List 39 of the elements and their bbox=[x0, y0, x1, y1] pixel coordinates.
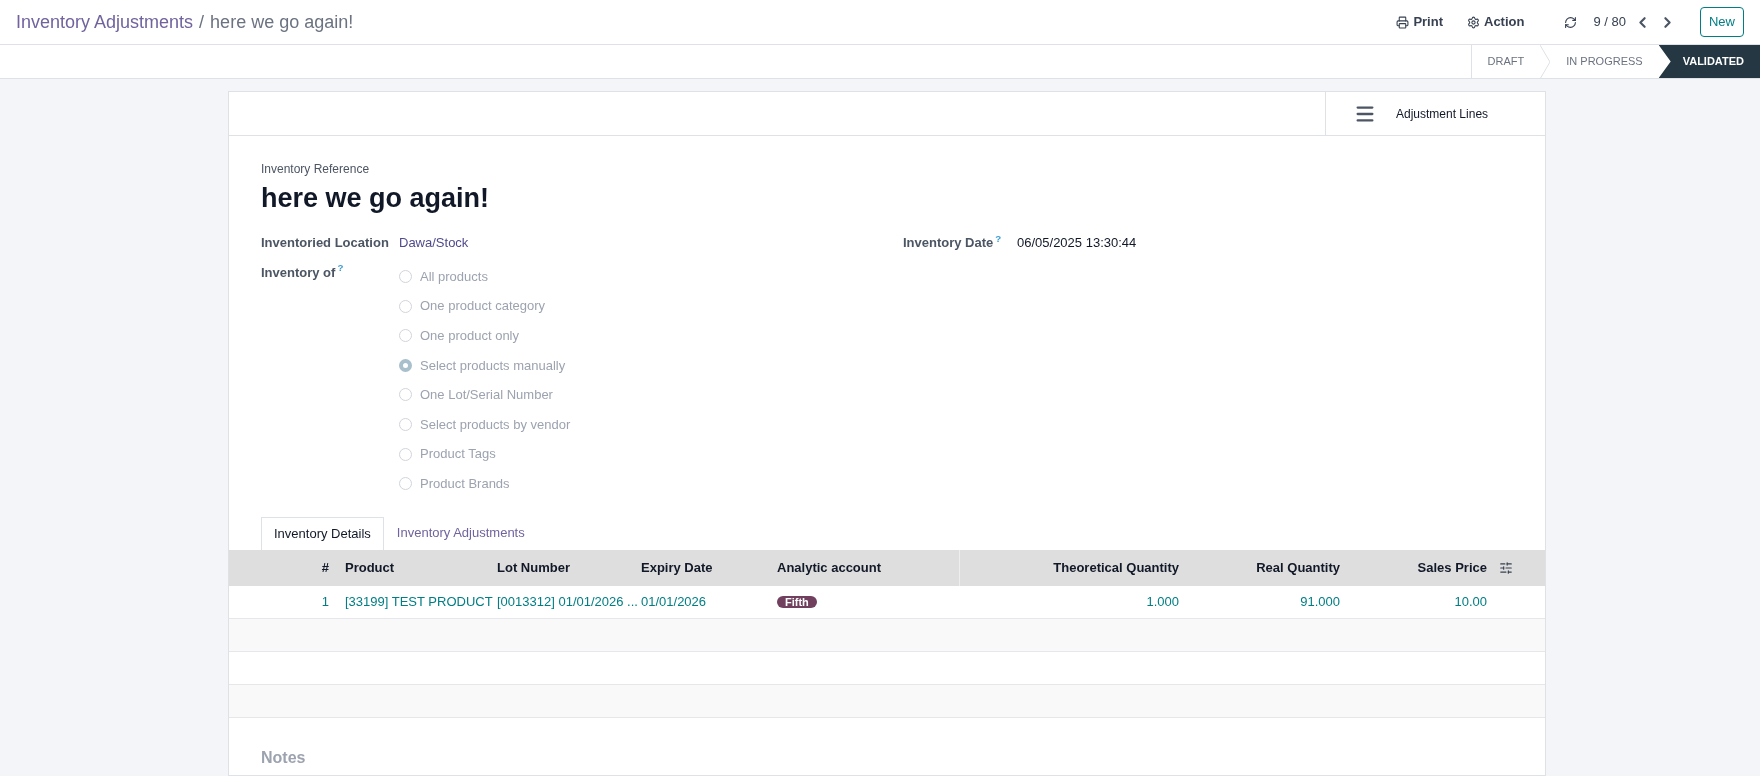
table-cell: [0013312] 01/01/2026 ... bbox=[497, 593, 638, 609]
table-cell: [33199] TEST PRODUCT bbox=[345, 593, 493, 609]
pager-value: 9 / 80 bbox=[1593, 13, 1626, 32]
tab[interactable]: Inventory Details bbox=[261, 516, 384, 550]
field-label: Inventory Reference bbox=[261, 161, 371, 178]
column-header[interactable]: Analytic account bbox=[769, 557, 959, 578]
adjustment-lines-button[interactable]: Adjustment Lines bbox=[1325, 92, 1545, 135]
field-label: Inventory of$^{?}$ bbox=[261, 261, 345, 282]
inventory-reference: here we go again! bbox=[261, 182, 491, 215]
analytic-tag: Fifth bbox=[777, 595, 817, 608]
table-cell: 91.000 bbox=[1300, 593, 1340, 609]
column-header[interactable]: Product bbox=[337, 557, 489, 578]
column-header[interactable]: # bbox=[229, 557, 337, 578]
breadcrumb-link[interactable]: Inventory Adjustments bbox=[16, 8, 194, 36]
column-header[interactable]: Lot Number bbox=[489, 557, 633, 578]
column-header[interactable]: Expiry Date bbox=[633, 557, 769, 578]
refresh-icon[interactable] bbox=[1564, 15, 1578, 29]
table-cell: 1.000 bbox=[1146, 593, 1179, 609]
table-cell: 01/01/2026 bbox=[641, 593, 707, 609]
column-header[interactable]: Theoretical Quantity bbox=[959, 549, 1187, 586]
column-header[interactable]: Sales Price bbox=[1348, 557, 1495, 578]
field-label: Inventoried Location bbox=[261, 234, 390, 252]
column-header[interactable]: Real Quantity bbox=[1187, 557, 1348, 578]
table-cell: 1 bbox=[321, 593, 329, 609]
column-settings-icon[interactable] bbox=[1499, 560, 1513, 575]
status-step[interactable]: VALIDATED bbox=[1658, 45, 1760, 78]
location-link[interactable]: Dawa/Stock bbox=[399, 233, 469, 253]
breadcrumb-separator: / bbox=[199, 10, 205, 34]
record-title: here we go again! bbox=[210, 10, 354, 34]
new-button[interactable]: New bbox=[1700, 7, 1744, 37]
printer-icon bbox=[1396, 15, 1410, 29]
inventory-date: 06/05/2025 13:30:44 bbox=[1017, 234, 1137, 252]
tab[interactable]: Inventory Adjustments bbox=[383, 516, 538, 550]
action-button[interactable]: Action bbox=[1459, 12, 1533, 32]
settings-icon bbox=[1467, 15, 1480, 29]
print-button[interactable]: Print bbox=[1388, 12, 1451, 32]
field-label: Inventory Date$^{?}$ bbox=[903, 233, 1003, 252]
notes-label: Notes bbox=[260, 747, 307, 768]
table-cell: 10.00 bbox=[1454, 593, 1487, 609]
